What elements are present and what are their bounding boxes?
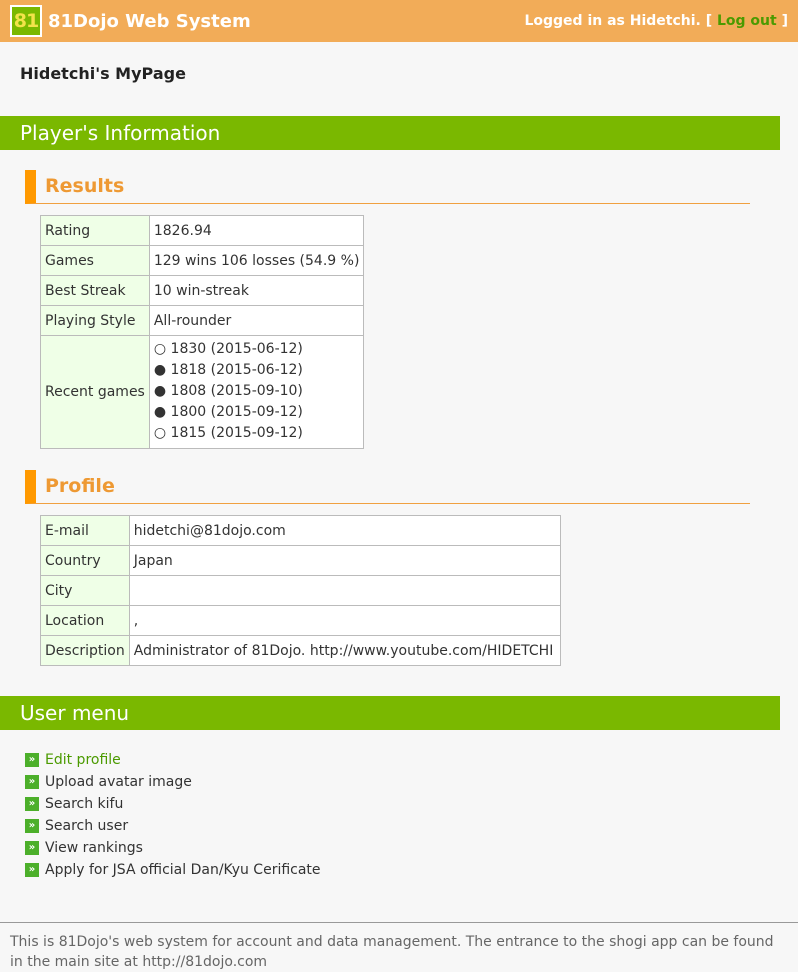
menu-item-label[interactable]: Upload avatar image <box>45 774 192 790</box>
double-chevron-right-icon: » <box>25 863 39 877</box>
recent-game-item: ○ 1815 (2015-09-12) <box>154 423 360 444</box>
menu-upload-avatar[interactable]: » Upload avatar image <box>25 771 321 793</box>
double-chevron-right-icon: » <box>25 753 39 767</box>
table-row: Rating 1826.94 <box>40 215 365 246</box>
menu-item-label[interactable]: Search kifu <box>45 796 123 812</box>
recent-games-label: Recent games <box>40 335 150 449</box>
user-menu-list: » Edit profile » Upload avatar image » Sear… <box>25 749 321 881</box>
menu-edit-profile[interactable]: » Edit profile <box>25 749 321 771</box>
recent-game-text: 1808 (2015-09-10) <box>170 383 303 399</box>
login-suffix: ] <box>781 13 788 29</box>
result-mark-icon: ○ <box>153 341 167 357</box>
result-mark-icon: ● <box>153 362 167 378</box>
rating-label: Rating <box>40 215 150 246</box>
recent-game-text: 1818 (2015-06-12) <box>170 362 303 378</box>
profile-table: E-mail hidetchi@81dojo.com Country Japan… <box>40 515 561 666</box>
table-row: E-mail hidetchi@81dojo.com <box>40 515 561 546</box>
table-row: Location , <box>40 605 561 636</box>
result-mark-icon: ● <box>153 404 167 420</box>
menu-item-label[interactable]: View rankings <box>45 840 143 856</box>
81dojo-logo: 81 <box>10 5 42 37</box>
login-text: Logged in as Hidetchi. [ <box>524 13 713 29</box>
table-row: Playing Style All-rounder <box>40 305 365 336</box>
brand: 81 81Dojo Web System <box>10 5 251 37</box>
games-value: 129 wins 106 losses (54.9 %) <box>148 245 365 276</box>
email-value: hidetchi@81dojo.com <box>128 515 561 546</box>
menu-view-rankings[interactable]: » View rankings <box>25 837 321 859</box>
results-heading: Results <box>25 170 750 204</box>
table-row: Description Administrator of 81Dojo. htt… <box>40 635 561 666</box>
logout-link[interactable]: Log out <box>717 13 777 29</box>
location-value: , <box>128 605 561 636</box>
description-label: Description <box>40 635 130 666</box>
section-players-information: Player's Information <box>0 116 780 150</box>
table-row: Recent games ○ 1830 (2015-06-12) ● 1818 … <box>40 335 365 449</box>
city-label: City <box>40 575 130 606</box>
best-streak-value: 10 win-streak <box>148 275 365 306</box>
menu-apply-certificate[interactable]: » Apply for JSA official Dan/Kyu Cerifica… <box>25 859 321 881</box>
result-mark-icon: ● <box>153 383 167 399</box>
app-title: 81Dojo Web System <box>48 10 251 32</box>
city-value <box>128 575 561 606</box>
menu-search-user[interactable]: » Search user <box>25 815 321 837</box>
best-streak-label: Best Streak <box>40 275 150 306</box>
table-row: Country Japan <box>40 545 561 576</box>
description-value: Administrator of 81Dojo. http://www.yout… <box>128 635 561 666</box>
footer-text: This is 81Dojo's web system for account … <box>10 934 774 970</box>
page-title: Hidetchi's MyPage <box>20 64 186 83</box>
country-value: Japan <box>128 545 561 576</box>
login-status: Logged in as Hidetchi. [ Log out ] <box>524 13 788 29</box>
results-table: Rating 1826.94 Games 129 wins 106 losses… <box>40 215 365 449</box>
section-user-menu: User menu <box>0 696 780 730</box>
recent-game-item: ○ 1830 (2015-06-12) <box>154 339 360 360</box>
menu-item-label[interactable]: Search user <box>45 818 128 834</box>
recent-game-item: ● 1818 (2015-06-12) <box>154 360 360 381</box>
double-chevron-right-icon: » <box>25 819 39 833</box>
location-label: Location <box>40 605 130 636</box>
double-chevron-right-icon: » <box>25 797 39 811</box>
recent-game-item: ● 1808 (2015-09-10) <box>154 381 360 402</box>
recent-game-text: 1830 (2015-06-12) <box>170 341 303 357</box>
recent-game-item: ● 1800 (2015-09-12) <box>154 402 360 423</box>
email-label: E-mail <box>40 515 130 546</box>
footer-divider <box>0 922 798 923</box>
playing-style-value: All-rounder <box>148 305 365 336</box>
menu-item-label[interactable]: Apply for JSA official Dan/Kyu Cerificat… <box>45 862 321 878</box>
recent-game-text: 1815 (2015-09-12) <box>170 425 303 441</box>
games-label: Games <box>40 245 150 276</box>
menu-item-label[interactable]: Edit profile <box>45 752 121 768</box>
rating-value: 1826.94 <box>148 215 365 246</box>
playing-style-label: Playing Style <box>40 305 150 336</box>
double-chevron-right-icon: » <box>25 775 39 789</box>
recent-games-list: ○ 1830 (2015-06-12) ● 1818 (2015-06-12) … <box>148 335 365 449</box>
top-bar: 81 81Dojo Web System Logged in as Hidetc… <box>0 0 798 42</box>
menu-search-kifu[interactable]: » Search kifu <box>25 793 321 815</box>
table-row: Games 129 wins 106 losses (54.9 %) <box>40 245 365 276</box>
table-row: Best Streak 10 win-streak <box>40 275 365 306</box>
country-label: Country <box>40 545 130 576</box>
profile-heading: Profile <box>25 470 750 504</box>
double-chevron-right-icon: » <box>25 841 39 855</box>
recent-game-text: 1800 (2015-09-12) <box>170 404 303 420</box>
result-mark-icon: ○ <box>153 425 167 441</box>
table-row: City <box>40 575 561 606</box>
